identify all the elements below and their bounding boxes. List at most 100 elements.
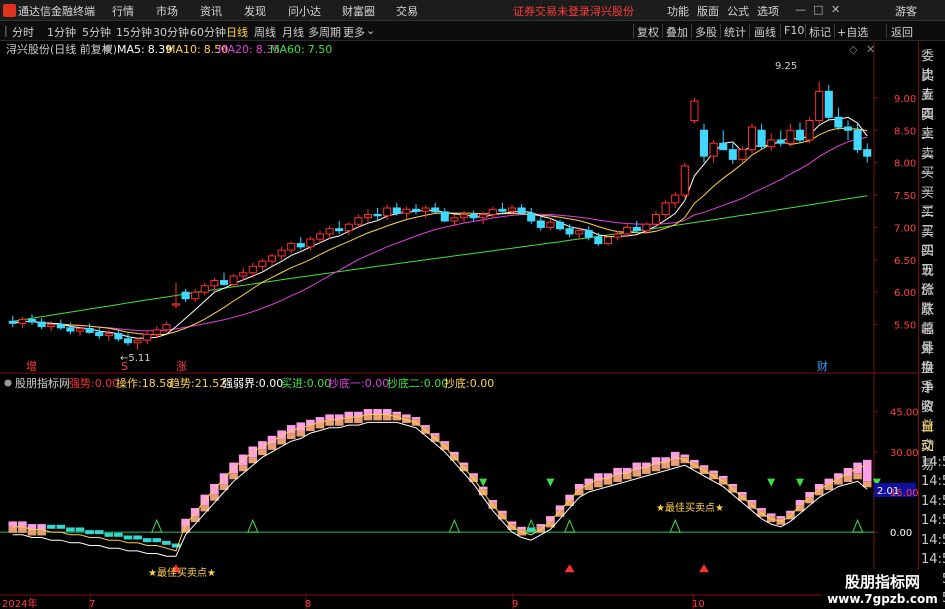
candle — [632, 226, 641, 232]
price-tick-label: 7.00 — [894, 223, 916, 234]
login-warning[interactable]: 证券交易未登录 — [513, 3, 590, 19]
tool-multi-stock[interactable]: 多股 — [695, 24, 717, 40]
high-price-label: 9.25 — [775, 61, 797, 72]
menu-discover[interactable]: 发现 — [244, 3, 266, 19]
period-monthly[interactable]: 月线 — [282, 24, 304, 40]
period-weekly[interactable]: 周线 — [254, 24, 276, 40]
candle — [296, 243, 305, 248]
event-marker-s[interactable]: S — [121, 360, 128, 373]
minimize-icon[interactable]: — — [795, 3, 806, 16]
indicator-bar — [574, 483, 584, 490]
menu-news[interactable]: 资讯 — [200, 3, 222, 19]
period-1min[interactable]: 1分钟 — [47, 24, 76, 40]
period-daily[interactable]: 日线 — [226, 24, 248, 40]
period-multi[interactable]: 多周期 — [308, 24, 341, 40]
candle — [517, 207, 526, 214]
candle — [383, 207, 392, 217]
indicator-tick-label: 15.00 — [890, 488, 918, 499]
watermark-title: 股朋指标网 — [844, 573, 920, 591]
indicator-dash — [85, 530, 94, 535]
period-15min[interactable]: 15分钟 — [116, 24, 152, 40]
candle — [37, 321, 46, 328]
menu-market-quotes[interactable]: 行情 — [112, 3, 134, 19]
indicator-settings-icon[interactable] — [4, 379, 12, 387]
indicator-bar-base — [594, 481, 603, 488]
event-marker-zhang[interactable]: 涨 — [176, 360, 187, 373]
menu-market[interactable]: 市场 — [156, 3, 178, 19]
event-marker-zeng[interactable]: 增 — [26, 359, 37, 373]
buy-triangle-icon — [151, 518, 163, 533]
indicator-bar — [718, 475, 728, 479]
tool-f10[interactable]: F10 — [784, 24, 804, 37]
period-60min[interactable]: 60分钟 — [190, 24, 226, 40]
menu-options[interactable]: 选项 — [757, 3, 779, 19]
kline-chart[interactable]: 浔兴股份(日线 前复权) MA5: 8.39 MA10: 8.50 MA20: 8.3… — [0, 41, 918, 609]
candle — [56, 324, 65, 329]
tool-adjust[interactable]: 复权 — [637, 24, 659, 40]
tool-mark[interactable]: 标记 — [809, 24, 831, 40]
candle — [258, 260, 267, 267]
sidebar-item[interactable]: 14:56 — [921, 552, 945, 567]
candle — [287, 243, 296, 251]
indicator-dash — [104, 532, 114, 537]
candle — [373, 213, 382, 217]
indicator-bar — [824, 478, 834, 484]
candle — [306, 238, 315, 248]
buy-triangle-icon — [448, 518, 461, 533]
tool-overlay[interactable]: 叠加 — [666, 24, 688, 40]
title-bar: 通达信金融终端 行情 市场 资讯 发现 问小达 财富圈 交易 证券交易未登录 浔… — [0, 0, 945, 21]
candle — [85, 327, 94, 333]
candle — [47, 324, 56, 328]
indicator-title: 股朋指标网 — [15, 376, 70, 390]
maximize-icon[interactable]: □ — [813, 3, 823, 16]
menu-trade[interactable]: 交易 — [396, 3, 418, 19]
indicator-bar — [699, 465, 709, 468]
toolbar-menu-icon[interactable]: | — [4, 24, 8, 37]
indicator-bar-base — [843, 475, 853, 482]
indicator-dash — [46, 524, 56, 529]
time-label-year: 2024年 — [2, 597, 37, 609]
sidebar-item[interactable]: 14:56 — [921, 533, 945, 548]
indicator-bar-base — [824, 483, 834, 490]
indicator-tick-label: 0.00 — [890, 528, 912, 539]
indicator-bar — [392, 411, 402, 415]
candle — [27, 318, 37, 323]
menu-function[interactable]: 功能 — [667, 3, 689, 19]
tool-draw-line[interactable]: 画线 — [754, 24, 776, 40]
sidebar-item[interactable]: 14:56 — [921, 494, 945, 509]
sidebar-item[interactable]: 14:56 — [921, 474, 945, 489]
close-icon[interactable]: ✕ — [831, 3, 840, 16]
tool-statistics[interactable]: 统计 — [724, 24, 746, 40]
sidebar-item[interactable]: 14:56 — [921, 455, 945, 470]
tool-back[interactable]: 返回 — [891, 24, 913, 40]
event-marker-cai[interactable]: 财 — [817, 359, 828, 373]
tool-add-watchlist[interactable]: +自选 — [837, 24, 868, 40]
period-tick[interactable]: 分时 — [12, 24, 34, 40]
ma-settings-icon[interactable] — [104, 45, 112, 53]
menu-wealth[interactable]: 财富圈 — [342, 3, 375, 19]
candle — [623, 226, 632, 235]
candle — [229, 275, 238, 285]
more-chevron-icon[interactable]: ⌄ — [366, 24, 375, 37]
period-5min[interactable]: 5分钟 — [82, 24, 111, 40]
menu-layout[interactable]: 版面 — [697, 3, 719, 19]
period-more[interactable]: 更多 — [343, 24, 365, 40]
app-title: 通达信金融终端 — [18, 5, 95, 18]
buy-triangle-icon — [247, 518, 259, 533]
panel-settings-icon[interactable]: ◇ — [849, 43, 858, 56]
candle — [565, 228, 574, 235]
trend-line — [12, 413, 868, 552]
period-30min[interactable]: 30分钟 — [153, 24, 189, 40]
guest-user[interactable]: 游客 — [895, 3, 917, 19]
ind-trend: 趋势:21.52 — [169, 377, 226, 390]
indicator-bar — [766, 513, 776, 517]
indicator-bar — [325, 414, 334, 420]
panel-close-icon[interactable]: ✕ — [866, 43, 875, 56]
menu-ask[interactable]: 问小达 — [288, 3, 321, 19]
toolbar-divider — [805, 24, 806, 38]
menu-formula[interactable]: 公式 — [727, 3, 749, 19]
time-label-oct: 10 — [692, 599, 705, 609]
candle — [815, 90, 824, 122]
indicator-dash — [75, 527, 85, 532]
sidebar-item[interactable]: 14:56 — [921, 513, 945, 528]
